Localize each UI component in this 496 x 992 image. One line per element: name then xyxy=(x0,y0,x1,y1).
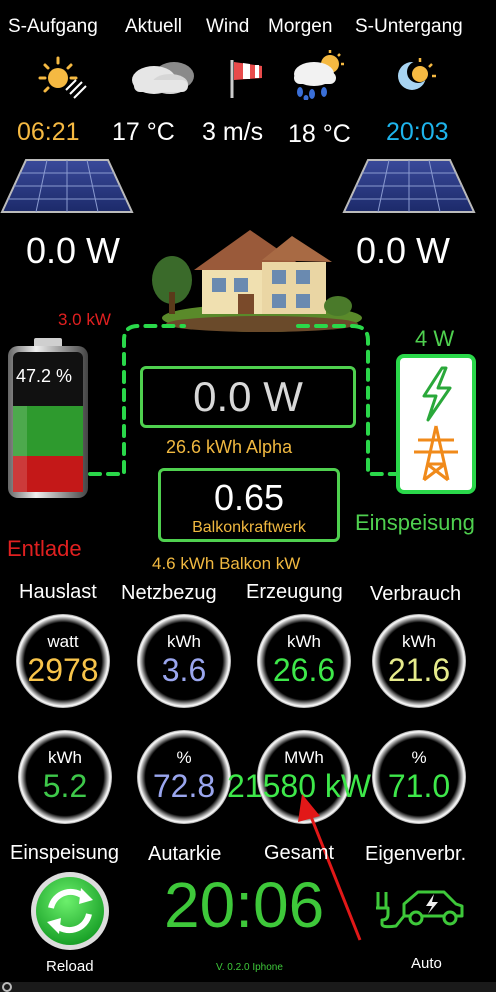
gauge-unit: kWh xyxy=(287,632,321,651)
einspeisung-label: Einspeisung xyxy=(10,842,119,864)
grid-label: Einspeisung xyxy=(355,510,475,535)
gear-icon[interactable] xyxy=(0,980,14,992)
hauslast-label: Hauslast xyxy=(19,581,97,603)
gauge-value: 72.8 xyxy=(152,768,216,804)
gauge-unit: MWh xyxy=(284,748,324,767)
gauge-unit: kWh xyxy=(402,632,436,651)
alpha-energy: 26.6 kWh Alpha xyxy=(166,437,293,457)
battery-state: Entlade xyxy=(7,536,82,561)
balkon-label: Balkonkraftwerk xyxy=(192,519,306,536)
gauge-unit: kWh xyxy=(48,748,82,767)
gauge-value: 3.6 xyxy=(161,652,207,688)
gauge-unit: % xyxy=(411,748,427,767)
battery-power: 3.0 kW xyxy=(58,310,111,329)
auto-label[interactable]: Auto xyxy=(411,955,442,972)
version-label: V. 0.2.0 Iphone xyxy=(216,962,283,973)
house-power: 0.0 W xyxy=(193,373,303,420)
erzeugung-label: Erzeugung xyxy=(246,581,343,603)
gauge-value: 26.6 xyxy=(272,652,336,688)
grid-box xyxy=(396,354,476,494)
balkon-box: 0.65 Balkonkraftwerk xyxy=(158,468,340,542)
bottom-bar xyxy=(0,982,496,992)
gauge-value: 71.0 xyxy=(387,768,451,804)
battery-soc: 47.2 % xyxy=(16,366,73,386)
einspeisung-gauge: kWh 5.2 xyxy=(18,730,112,824)
clock: 20:06 xyxy=(164,869,325,941)
reload-button[interactable] xyxy=(29,870,111,952)
eigenverbrauch-label: Eigenverbr. xyxy=(365,843,467,865)
verbrauch-gauge: kWh 21.6 xyxy=(372,614,466,708)
gauge-unit: watt xyxy=(47,632,79,651)
reload-label[interactable]: Reload xyxy=(46,958,94,975)
gauge-value: 2978 xyxy=(27,652,99,688)
netzbezug-gauge: kWh 3.6 xyxy=(137,614,231,708)
ev-car-icon[interactable] xyxy=(374,880,466,930)
balkon-energy: 4.6 kWh Balkon kW xyxy=(152,554,301,573)
balkon-value: 0.65 xyxy=(213,477,285,518)
gauge-value: 5.2 xyxy=(42,768,88,804)
grid-power: 4 W xyxy=(415,326,455,351)
gauge-unit: kWh xyxy=(167,632,201,651)
erzeugung-gauge: kWh 26.6 xyxy=(257,614,351,708)
eigenverbrauch-gauge: % 71.0 xyxy=(372,730,466,824)
autarkie-label: Autarkie xyxy=(148,843,222,865)
battery-icon xyxy=(8,338,88,498)
autarkie-gauge: % 72.8 xyxy=(137,730,231,824)
hauslast-gauge: watt 2978 xyxy=(16,614,110,708)
gauge-unit: % xyxy=(176,748,192,767)
grid-icons xyxy=(414,366,458,482)
netzbezug-label: Netzbezug xyxy=(121,582,217,604)
gauge-value: 21.6 xyxy=(387,652,451,688)
house-power-box: 0.0 W xyxy=(140,366,356,428)
gesamt-label: Gesamt xyxy=(264,842,335,864)
verbrauch-label: Verbrauch xyxy=(370,583,462,605)
